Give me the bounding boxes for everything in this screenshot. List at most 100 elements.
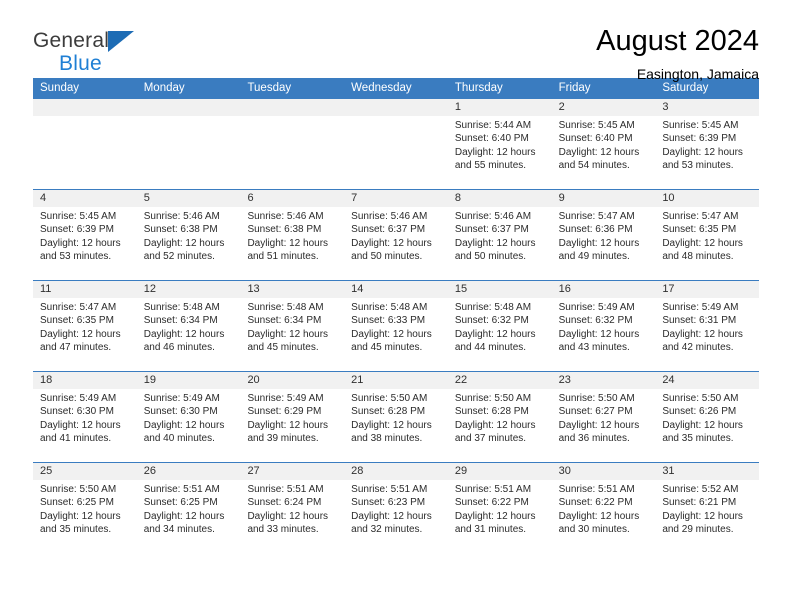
day-cell[interactable]: 29 Sunrise: 5:51 AM Sunset: 6:22 PM Dayligh… (447, 463, 552, 553)
day-cell[interactable]: 21 Sunrise: 5:50 AM Sunset: 6:28 PM Dayligh… (344, 372, 448, 462)
day-detail-line: Sunset: 6:28 PM (351, 406, 426, 418)
page-header: General Blue August 2024 Easington, Jama… (0, 0, 792, 82)
day-details: Sunrise: 5:51 AM Sunset: 6:24 PM Daylight:… (240, 480, 344, 536)
day-detail-line: Sunrise: 5:46 AM (143, 211, 220, 222)
day-cell[interactable]: 18 Sunrise: 5:49 AM Sunset: 6:30 PM Dayligh… (33, 372, 137, 462)
day-detail-line: Sunrise: 5:51 AM (351, 484, 428, 495)
day-detail-line: and 37 minutes. (454, 432, 527, 444)
day-details (240, 116, 344, 119)
day-cell[interactable]: 8 Sunrise: 5:46 AM Sunset: 6:37 PM Daylight… (447, 190, 552, 280)
day-detail-line: Sunset: 6:39 PM (662, 133, 737, 145)
day-detail-line: Sunrise: 5:50 AM (558, 393, 635, 404)
day-cell[interactable]: 23 Sunrise: 5:50 AM Sunset: 6:27 PM Dayligh… (551, 372, 656, 462)
day-detail-line: Daylight: 12 hours (351, 419, 432, 431)
day-cell[interactable]: 17 Sunrise: 5:49 AM Sunset: 6:31 PM Dayligh… (655, 281, 760, 371)
day-cell[interactable]: 13 Sunrise: 5:48 AM Sunset: 6:34 PM Dayligh… (240, 281, 345, 371)
day-detail-line: Sunset: 6:22 PM (454, 497, 529, 509)
day-cell[interactable]: 1 Sunrise: 5:44 AM Sunset: 6:40 PM Daylight… (447, 99, 552, 189)
day-detail-line: and 40 minutes. (143, 432, 215, 444)
day-detail-line: Daylight: 12 hours (40, 237, 121, 249)
day-cell[interactable]: 20 Sunrise: 5:49 AM Sunset: 6:29 PM Dayligh… (240, 372, 345, 462)
day-detail-line: Sunrise: 5:51 AM (454, 484, 532, 495)
day-detail-line: Daylight: 12 hours (247, 328, 329, 340)
day-details: Sunrise: 5:46 AM Sunset: 6:37 PM Daylight:… (448, 207, 552, 263)
day-detail-line: Sunrise: 5:50 AM (662, 393, 739, 404)
day-detail-line: Daylight: 12 hours (351, 237, 432, 249)
day-detail-line: Sunrise: 5:45 AM (662, 120, 739, 131)
day-detail-line: Sunrise: 5:47 AM (558, 211, 635, 222)
day-detail-line: Sunset: 6:21 PM (662, 497, 737, 509)
day-cell[interactable]: 2 Sunrise: 5:45 AM Sunset: 6:40 PM Daylight… (551, 99, 656, 189)
day-details: Sunrise: 5:45 AM Sunset: 6:39 PM Daylight:… (33, 207, 137, 263)
day-cell[interactable]: 9 Sunrise: 5:47 AM Sunset: 6:36 PM Daylight… (551, 190, 656, 280)
day-cell[interactable]: 3 Sunrise: 5:45 AM Sunset: 6:39 PM Daylight… (655, 99, 760, 189)
day-detail-line: Sunset: 6:39 PM (40, 224, 114, 236)
day-detail-line: Sunset: 6:33 PM (351, 315, 426, 327)
weekday-header-row: Sunday Monday Tuesday Wednesday Thursday Frid… (33, 78, 759, 99)
day-cell[interactable]: 4 Sunrise: 5:45 AM Sunset: 6:39 PM Daylight… (33, 190, 137, 280)
date-number: 22 (447, 372, 552, 389)
date-number: 6 (240, 190, 345, 207)
day-cell[interactable]: 26 Sunrise: 5:51 AM Sunset: 6:25 PM Dayligh… (136, 463, 241, 553)
date-number: 19 (136, 372, 241, 389)
date-number: 27 (240, 463, 345, 480)
day-detail-line: and 33 minutes. (247, 523, 319, 535)
date-number: 9 (551, 190, 656, 207)
day-detail-line: Sunrise: 5:45 AM (40, 211, 117, 222)
day-cell[interactable]: 11 Sunrise: 5:47 AM Sunset: 6:35 PM Dayligh… (33, 281, 137, 371)
day-details: Sunrise: 5:47 AM Sunset: 6:35 PM Daylight:… (655, 207, 759, 263)
day-detail-line: Daylight: 12 hours (662, 419, 743, 431)
day-detail-line: Daylight: 12 hours (558, 146, 640, 158)
day-details: Sunrise: 5:51 AM Sunset: 6:25 PM Daylight:… (137, 480, 241, 536)
brand-name-primary: General (33, 29, 110, 52)
day-detail-line: and 38 minutes. (351, 432, 423, 444)
brand-logo[interactable]: General Blue (33, 26, 135, 74)
day-cell[interactable]: 24 Sunrise: 5:50 AM Sunset: 6:26 PM Dayligh… (655, 372, 760, 462)
day-details: Sunrise: 5:50 AM Sunset: 6:28 PM Daylight:… (448, 389, 552, 445)
day-detail-line: Daylight: 12 hours (454, 419, 536, 431)
calendar-page: General Blue August 2024 Easington, Jama… (0, 0, 792, 612)
day-detail-line: Daylight: 12 hours (454, 237, 536, 249)
day-detail-line: Daylight: 12 hours (662, 237, 743, 249)
day-detail-line: and 50 minutes. (351, 250, 423, 262)
day-cell[interactable]: 15 Sunrise: 5:48 AM Sunset: 6:32 PM Dayligh… (447, 281, 552, 371)
day-detail-line: Sunset: 6:40 PM (454, 133, 529, 145)
day-detail-line: Sunrise: 5:50 AM (454, 393, 532, 404)
day-detail-line: Sunrise: 5:49 AM (558, 302, 635, 313)
day-details: Sunrise: 5:50 AM Sunset: 6:27 PM Daylight:… (552, 389, 656, 445)
day-cell[interactable]: 19 Sunrise: 5:49 AM Sunset: 6:30 PM Dayligh… (136, 372, 241, 462)
day-cell[interactable]: 31 Sunrise: 5:52 AM Sunset: 6:21 PM Dayligh… (655, 463, 760, 553)
date-number: 12 (136, 281, 241, 298)
day-detail-line: Daylight: 12 hours (351, 510, 432, 522)
day-cell[interactable]: 12 Sunrise: 5:48 AM Sunset: 6:34 PM Dayligh… (136, 281, 241, 371)
day-cell[interactable]: 22 Sunrise: 5:50 AM Sunset: 6:28 PM Dayligh… (447, 372, 552, 462)
day-detail-line: and 48 minutes. (662, 250, 734, 262)
date-number: 23 (551, 372, 656, 389)
day-cell[interactable]: 25 Sunrise: 5:50 AM Sunset: 6:25 PM Dayligh… (33, 463, 137, 553)
day-detail-line: and 53 minutes. (40, 250, 112, 262)
week-row: 4 Sunrise: 5:45 AM Sunset: 6:39 PM Daylight… (33, 189, 760, 280)
weekday-header-tuesday: Tuesday (247, 82, 292, 94)
day-cell[interactable]: 10 Sunrise: 5:47 AM Sunset: 6:35 PM Dayligh… (655, 190, 760, 280)
day-detail-line: and 32 minutes. (351, 523, 423, 535)
day-cell[interactable]: 5 Sunrise: 5:46 AM Sunset: 6:38 PM Daylight… (136, 190, 241, 280)
date-number: 11 (33, 281, 137, 298)
day-details: Sunrise: 5:49 AM Sunset: 6:29 PM Daylight:… (240, 389, 344, 445)
day-cell[interactable]: 7 Sunrise: 5:46 AM Sunset: 6:37 PM Daylight… (344, 190, 448, 280)
date-number: 3 (655, 99, 760, 116)
day-cell[interactable]: 27 Sunrise: 5:51 AM Sunset: 6:24 PM Dayligh… (240, 463, 345, 553)
day-detail-line: Sunrise: 5:49 AM (662, 302, 739, 313)
day-cell[interactable]: 16 Sunrise: 5:49 AM Sunset: 6:32 PM Dayligh… (551, 281, 656, 371)
day-details: Sunrise: 5:47 AM Sunset: 6:36 PM Daylight:… (552, 207, 656, 263)
weekday-header-friday: Friday (558, 82, 591, 94)
day-cell[interactable]: 14 Sunrise: 5:48 AM Sunset: 6:33 PM Dayligh… (344, 281, 448, 371)
day-detail-line: Sunset: 6:37 PM (454, 224, 529, 236)
day-cell[interactable]: 6 Sunrise: 5:46 AM Sunset: 6:38 PM Daylight… (240, 190, 345, 280)
day-cell[interactable]: 28 Sunrise: 5:51 AM Sunset: 6:23 PM Dayligh… (344, 463, 448, 553)
day-details: Sunrise: 5:47 AM Sunset: 6:35 PM Daylight:… (33, 298, 137, 354)
day-cell[interactable]: 30 Sunrise: 5:51 AM Sunset: 6:22 PM Dayligh… (551, 463, 656, 553)
day-detail-line: Sunrise: 5:44 AM (454, 120, 532, 131)
date-number: 5 (136, 190, 241, 207)
date-number: 26 (136, 463, 241, 480)
day-cell-empty (136, 99, 241, 189)
